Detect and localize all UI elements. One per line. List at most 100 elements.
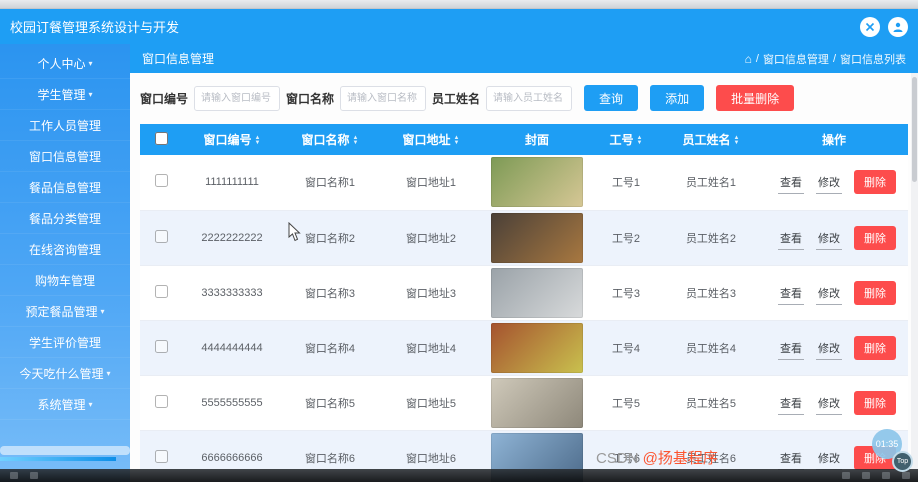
view-button[interactable]: 查看 — [778, 172, 804, 195]
video-control-icon[interactable] — [862, 472, 870, 479]
video-chrome-top — [0, 0, 918, 9]
cover-image[interactable] — [491, 267, 583, 318]
employee-name-cell: 员工姓名1 — [685, 177, 737, 190]
sidebar-item-label: 学生评价管理 — [28, 335, 101, 350]
column-label: 窗口编号 — [203, 133, 252, 147]
row-checkbox[interactable] — [154, 449, 168, 463]
window-address-cell: 窗口地址2 — [405, 232, 457, 245]
watermark: CSDN @扬基程序 — [596, 447, 718, 468]
home-icon[interactable]: ⌂ — [745, 52, 752, 66]
window-name-cell: 窗口名称3 — [304, 287, 356, 300]
window-name-input[interactable] — [340, 85, 427, 111]
sort-icon[interactable]: ▲ ▼ — [255, 135, 261, 146]
app-header: 校园订餐管理系统设计与开发 — [0, 9, 918, 44]
video-progress-bar[interactable] — [0, 457, 116, 461]
cover-image[interactable] — [491, 322, 583, 373]
edit-button[interactable]: 修改 — [816, 393, 842, 415]
sidebar-item[interactable]: 餐品信息管理 — [0, 172, 130, 203]
breadcrumb: ⌂ / 窗口信息管理 / 窗口信息列表 — [745, 51, 906, 67]
window-address-cell: 窗口地址6 — [405, 452, 457, 465]
edit-button[interactable]: 修改 — [816, 228, 842, 250]
column-header[interactable]: 员工姓名 ▲ ▼ — [662, 124, 760, 155]
delete-button[interactable]: 删除 — [854, 335, 896, 360]
window-no-cell: 6666666666 — [201, 451, 263, 464]
window-no-cell: 1111111111 — [205, 176, 259, 189]
sidebar-item-label: 餐品分类管理 — [28, 211, 101, 226]
scrollbar-thumb[interactable] — [912, 77, 917, 182]
cover-image[interactable] — [491, 377, 583, 428]
video-control-icon[interactable] — [30, 472, 38, 479]
sidebar-item[interactable]: 窗口信息管理 — [0, 141, 130, 172]
video-control-icon[interactable] — [882, 472, 890, 479]
job-no-cell: 工号2 — [611, 232, 641, 245]
row-checkbox[interactable] — [154, 339, 168, 353]
row-checkbox[interactable] — [154, 229, 168, 243]
breadcrumb-item[interactable]: 窗口信息管理 — [763, 51, 829, 67]
edit-button[interactable]: 修改 — [816, 448, 842, 470]
query-button[interactable]: 查询 — [584, 85, 639, 111]
sidebar-item[interactable]: 餐品分类管理 — [0, 203, 130, 234]
edit-button[interactable]: 修改 — [816, 338, 842, 360]
sort-icon[interactable]: ▲ ▼ — [637, 135, 643, 146]
delete-button[interactable]: 删除 — [854, 170, 896, 195]
batch-delete-button[interactable]: 批量删除 — [716, 85, 795, 111]
sidebar-item[interactable]: 购物车管理 — [0, 265, 130, 296]
row-checkbox[interactable] — [154, 284, 168, 298]
employee-name-input[interactable] — [486, 85, 573, 111]
sidebar-item[interactable]: 学生评价管理 — [0, 327, 130, 358]
edit-button[interactable]: 修改 — [816, 172, 842, 195]
close-icon[interactable] — [860, 16, 880, 37]
delete-button[interactable]: 删除 — [854, 280, 896, 305]
delete-button[interactable]: 删除 — [854, 390, 896, 415]
sidebar-item-label: 在线咨询管理 — [28, 242, 101, 257]
sort-icon[interactable]: ▲ ▼ — [454, 135, 460, 146]
column-header[interactable]: 工号 ▲ ▼ — [590, 124, 662, 155]
view-button[interactable]: 查看 — [778, 393, 804, 415]
window-no-input[interactable] — [194, 85, 281, 111]
scrollbar[interactable] — [911, 73, 918, 469]
column-header[interactable]: 窗口地址 ▲ ▼ — [378, 124, 484, 155]
video-control-icon[interactable] — [10, 472, 18, 479]
page-header: 窗口信息管理 ⌂ / 窗口信息管理 / 窗口信息列表 — [130, 44, 918, 73]
sidebar-item[interactable]: 预定餐品管理 ▾ — [0, 296, 130, 327]
watermark-handle: @扬基程序 — [642, 450, 718, 467]
table-row: 3333333333 窗口名称3 窗口地址3 工号3 员工姓名3 查看 修改 删除 — [140, 265, 908, 321]
sidebar-item[interactable]: 学生管理 ▾ — [0, 79, 130, 110]
sort-icon[interactable]: ▲ ▼ — [734, 135, 740, 146]
column-label: 窗口名称 — [301, 133, 350, 147]
sort-icon[interactable]: ▲ ▼ — [353, 135, 359, 146]
column-header[interactable]: 窗口编号 ▲ ▼ — [182, 124, 282, 155]
column-header[interactable]: 窗口名称 ▲ ▼ — [282, 124, 378, 155]
sidebar-item[interactable]: 工作人员管理 — [0, 110, 130, 141]
sidebar-item-label: 窗口信息管理 — [28, 149, 101, 164]
window-name-cell: 窗口名称2 — [304, 232, 356, 245]
breadcrumb-item[interactable]: 窗口信息列表 — [840, 51, 906, 67]
add-button[interactable]: 添加 — [650, 85, 705, 111]
view-button[interactable]: 查看 — [778, 448, 804, 470]
table-row: 1111111111 窗口名称1 窗口地址1 工号1 员工姓名1 查看 修改 删除 — [140, 155, 908, 211]
sidebar-item[interactable]: 在线咨询管理 — [0, 234, 130, 265]
video-control-icon[interactable] — [842, 472, 850, 479]
sidebar-item-label: 个人中心 — [37, 56, 86, 71]
sidebar-item-label: 工作人员管理 — [28, 118, 101, 133]
sidebar-item[interactable]: 今天吃什么管理 ▾ — [0, 358, 130, 389]
select-all-checkbox[interactable] — [154, 131, 168, 145]
video-progress-track[interactable] — [0, 446, 130, 455]
sidebar-item[interactable]: 个人中心 ▾ — [0, 48, 130, 79]
chevron-down-icon: ▾ — [106, 368, 111, 378]
view-button[interactable]: 查看 — [778, 338, 804, 360]
view-button[interactable]: 查看 — [778, 228, 804, 250]
row-checkbox[interactable] — [154, 174, 168, 188]
edit-button[interactable]: 修改 — [816, 283, 842, 305]
video-control-icon[interactable] — [902, 472, 910, 479]
cover-image[interactable] — [491, 212, 583, 263]
back-to-top-button[interactable]: Top — [892, 451, 913, 472]
delete-button[interactable]: 删除 — [854, 225, 896, 250]
table-body: 1111111111 窗口名称1 窗口地址1 工号1 员工姓名1 查看 修改 删除 222222… — [140, 155, 908, 482]
cover-image[interactable] — [491, 157, 583, 208]
view-button[interactable]: 查看 — [778, 283, 804, 305]
window-no-cell: 2222222222 — [201, 231, 263, 244]
sidebar-item[interactable]: 系统管理 ▾ — [0, 389, 130, 420]
row-checkbox[interactable] — [154, 394, 168, 408]
user-icon[interactable] — [888, 16, 908, 37]
